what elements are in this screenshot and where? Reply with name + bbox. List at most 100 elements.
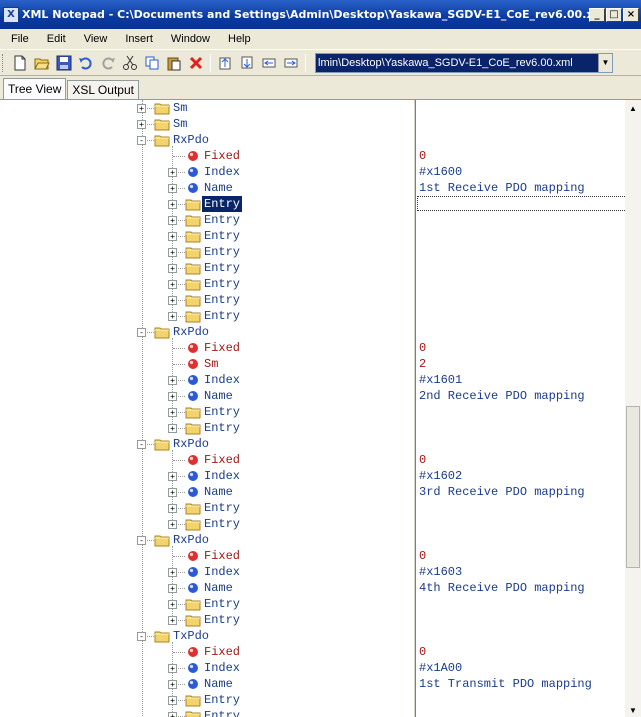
node-value[interactable]: 4th Receive PDO mapping	[416, 580, 625, 596]
tree-node-label[interactable]: Entry	[204, 500, 240, 516]
tab-tree-view[interactable]: Tree View	[3, 78, 67, 99]
tree-node-label[interactable]: Entry	[204, 244, 240, 260]
collapse-icon[interactable]: -	[137, 136, 146, 145]
tree-pane[interactable]: + Sm + Sm - RxPdo Fixed + Index + Name + Entry + Entry…	[0, 100, 413, 717]
vertical-scrollbar[interactable]: ▲ ▼	[625, 100, 641, 717]
node-value[interactable]: 0	[416, 644, 625, 660]
nudge-up-button[interactable]	[214, 52, 236, 74]
tree-node-label[interactable]: Entry	[204, 708, 240, 717]
tree-node[interactable]: + Name	[0, 180, 413, 196]
tree-node[interactable]: + Entry	[0, 708, 413, 717]
value-edit-box[interactable]	[417, 196, 625, 211]
expand-icon[interactable]: +	[137, 120, 146, 129]
node-value[interactable]	[416, 708, 625, 717]
expand-icon[interactable]: +	[168, 408, 177, 417]
location-dropdown-button[interactable]: ▼	[598, 53, 612, 72]
expand-icon[interactable]: +	[168, 280, 177, 289]
expand-icon[interactable]: +	[168, 472, 177, 481]
tree-node[interactable]: + Entry	[0, 516, 413, 532]
scroll-thumb[interactable]	[626, 406, 640, 568]
node-value[interactable]: 0	[416, 452, 625, 468]
expand-icon[interactable]: +	[168, 664, 177, 673]
tree-node-label[interactable]: Entry	[204, 260, 240, 276]
tree-node[interactable]: + Index	[0, 564, 413, 580]
tree-node[interactable]: + Entry	[0, 596, 413, 612]
tree-node[interactable]: + Index	[0, 164, 413, 180]
tree-node[interactable]: + Sm	[0, 100, 413, 116]
menu-insert[interactable]: Insert	[116, 33, 162, 45]
tree-node[interactable]: + Entry	[0, 500, 413, 516]
node-value[interactable]	[416, 292, 625, 308]
expand-icon[interactable]: +	[168, 296, 177, 305]
tree-node[interactable]: Sm	[0, 356, 413, 372]
copy-button[interactable]	[141, 52, 163, 74]
tree-node[interactable]: + Index	[0, 660, 413, 676]
expand-icon[interactable]: +	[168, 424, 177, 433]
expand-icon[interactable]: +	[168, 216, 177, 225]
expand-icon[interactable]: +	[168, 200, 177, 209]
expand-icon[interactable]: +	[168, 264, 177, 273]
tree-node[interactable]: - RxPdo	[0, 324, 413, 340]
save-button[interactable]	[53, 52, 75, 74]
nudge-left-button[interactable]	[258, 52, 280, 74]
tree-node[interactable]: + Entry	[0, 404, 413, 420]
node-value[interactable]	[416, 500, 625, 516]
node-value[interactable]: #x1602	[416, 468, 625, 484]
redo-button[interactable]	[97, 52, 119, 74]
location-combo[interactable]: lmin\Desktop\Yaskawa_SGDV-E1_CoE_rev6.00…	[315, 52, 613, 73]
node-value[interactable]: 2nd Receive PDO mapping	[416, 388, 625, 404]
node-value[interactable]	[416, 324, 625, 340]
tree-node[interactable]: Fixed	[0, 548, 413, 564]
tree-node[interactable]: Fixed	[0, 148, 413, 164]
expand-icon[interactable]: +	[168, 712, 177, 717]
expand-icon[interactable]: +	[168, 504, 177, 513]
tree-node[interactable]: + Name	[0, 388, 413, 404]
node-value[interactable]	[416, 244, 625, 260]
tree-node-label[interactable]: Index	[204, 660, 240, 676]
scroll-up-button[interactable]: ▲	[625, 100, 641, 116]
tree-node[interactable]: + Sm	[0, 116, 413, 132]
tree-node-label[interactable]: Name	[204, 580, 233, 596]
tree-node-label[interactable]: Fixed	[204, 548, 240, 564]
tree-node-label[interactable]: RxPdo	[173, 132, 209, 148]
value-pane[interactable]: 0 #x1600 1st Receive PDO mapping 0 2 #x1601 2n…	[416, 100, 625, 717]
node-value[interactable]	[416, 532, 625, 548]
node-value[interactable]	[416, 212, 625, 228]
minimize-button[interactable]: _	[589, 7, 605, 22]
node-value[interactable]	[416, 612, 625, 628]
tree-node[interactable]: + Entry	[0, 212, 413, 228]
tree-node-label[interactable]: Entry	[204, 612, 240, 628]
tree-node[interactable]: Fixed	[0, 452, 413, 468]
tree-node-label[interactable]: Entry	[204, 276, 240, 292]
expand-icon[interactable]: +	[168, 312, 177, 321]
collapse-icon[interactable]: -	[137, 328, 146, 337]
nudge-down-button[interactable]	[236, 52, 258, 74]
tree-node[interactable]: - RxPdo	[0, 132, 413, 148]
expand-icon[interactable]: +	[168, 696, 177, 705]
node-value[interactable]: 0	[416, 340, 625, 356]
tree-node[interactable]: + Name	[0, 484, 413, 500]
menu-file[interactable]: File	[2, 33, 38, 45]
node-value[interactable]	[416, 100, 625, 116]
tree-node-label[interactable]: Entry	[204, 420, 240, 436]
expand-icon[interactable]: +	[168, 392, 177, 401]
expand-icon[interactable]: +	[168, 520, 177, 529]
tree-node[interactable]: + Name	[0, 580, 413, 596]
node-value[interactable]: #x1600	[416, 164, 625, 180]
expand-icon[interactable]: +	[168, 600, 177, 609]
toolbar-grip[interactable]	[2, 53, 5, 72]
tree-node[interactable]: Fixed	[0, 340, 413, 356]
tree-node[interactable]: + Entry	[0, 692, 413, 708]
expand-icon[interactable]: +	[168, 488, 177, 497]
tree-node[interactable]: + Index	[0, 468, 413, 484]
node-value[interactable]	[416, 420, 625, 436]
expand-icon[interactable]: +	[168, 232, 177, 241]
node-value[interactable]	[416, 228, 625, 244]
tree-node-label[interactable]: Entry	[204, 404, 240, 420]
tree-node-label[interactable]: Entry	[204, 516, 240, 532]
node-value[interactable]	[416, 628, 625, 644]
tree-node[interactable]: + Entry	[0, 244, 413, 260]
tree-node[interactable]: - RxPdo	[0, 436, 413, 452]
tree-node[interactable]: + Entry	[0, 308, 413, 324]
delete-button[interactable]	[185, 52, 207, 74]
